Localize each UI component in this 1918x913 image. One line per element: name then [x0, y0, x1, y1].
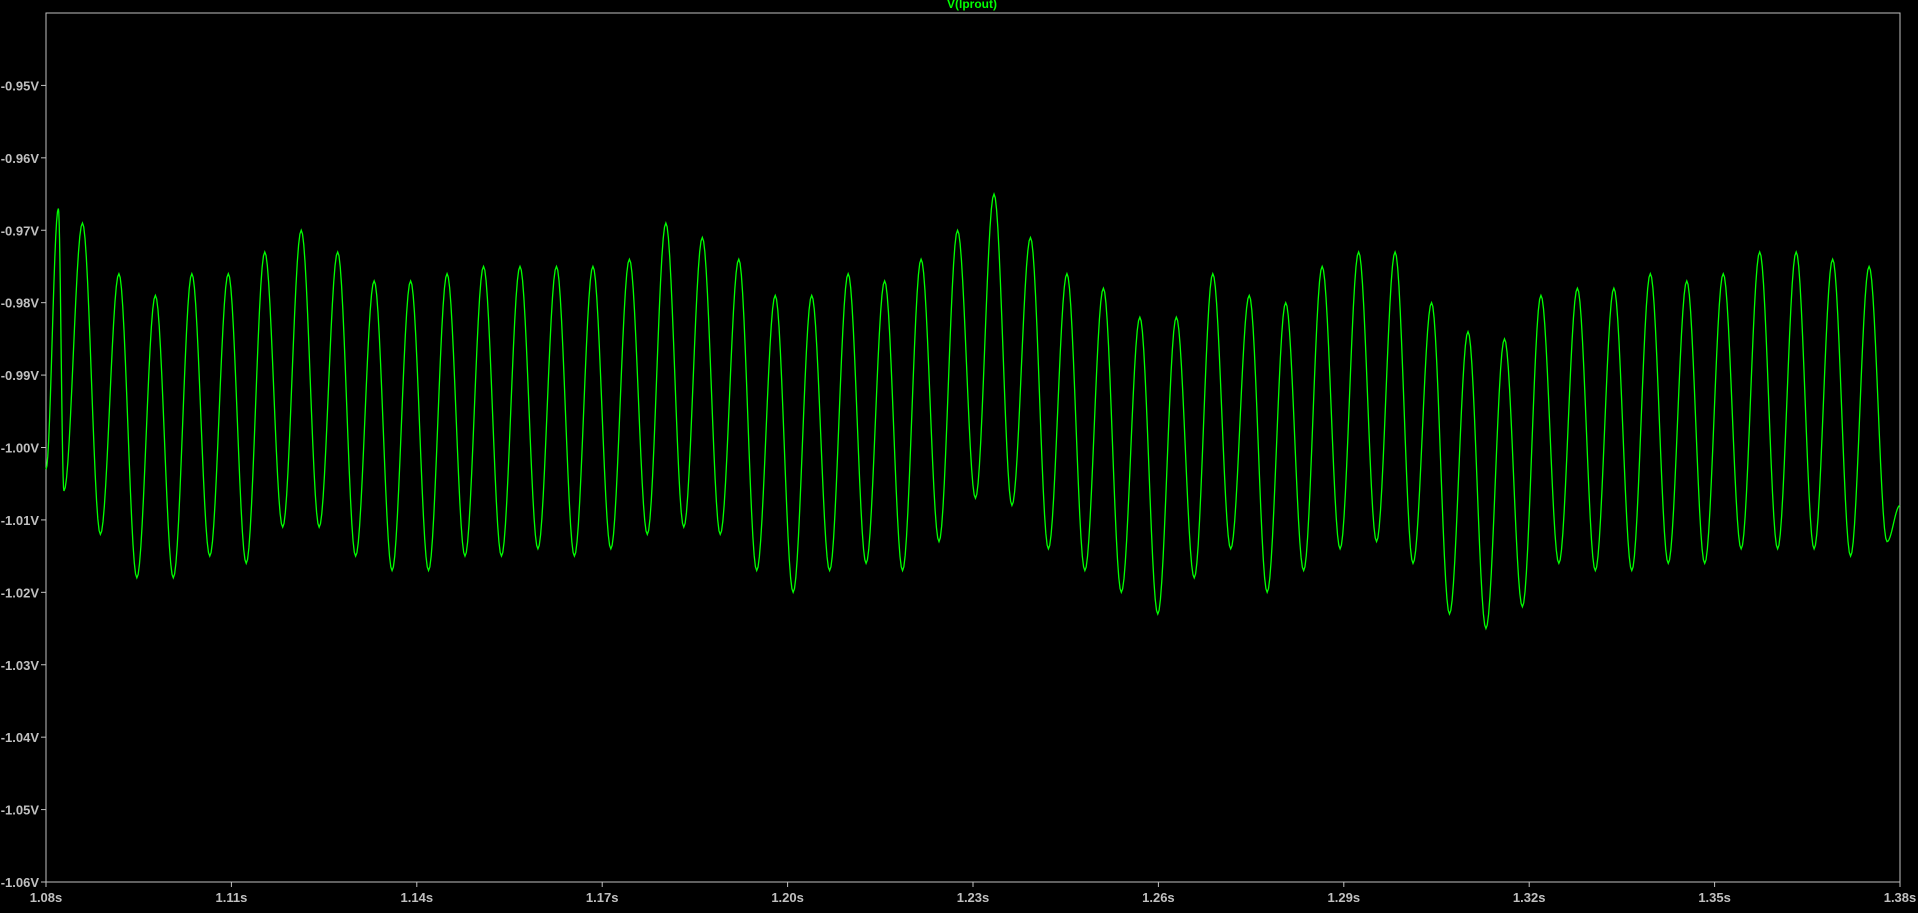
y-tick-label: -0.99V [1, 368, 40, 383]
y-tick-label: -1.04V [1, 730, 40, 745]
y-tick-label: -1.02V [1, 585, 40, 600]
x-tick-label: 1.08s [30, 890, 63, 905]
y-tick-label: -1.03V [1, 658, 40, 673]
y-tick-label: -0.98V [1, 296, 40, 311]
waveform-plot: 1.08s 1.11s 1.14s 1.17s 1.20s 1.23s 1.26s 1.29s… [0, 0, 1918, 908]
chart-canvas: 1.08s 1.11s 1.14s 1.17s 1.20s 1.23s 1.26s 1.29s… [0, 0, 1918, 908]
x-tick-label: 1.35s [1698, 890, 1731, 905]
x-tick-label: 1.32s [1513, 890, 1546, 905]
x-tick-label: 1.26s [1142, 890, 1175, 905]
y-tick-label: -0.97V [1, 223, 40, 238]
x-tick-label: 1.14s [401, 890, 434, 905]
y-tick-label: -1.05V [1, 803, 40, 818]
y-tick-label: -0.96V [1, 151, 40, 166]
trace-title: V(lprout) [947, 0, 997, 11]
x-tick-label: 1.20s [771, 890, 804, 905]
x-tick-label: 1.17s [586, 890, 619, 905]
y-tick-label: -0.95V [1, 78, 40, 93]
x-tick-label: 1.11s [215, 890, 247, 905]
y-tick-label: -1.06V [1, 875, 40, 890]
x-tick-label: 1.29s [1328, 890, 1361, 905]
y-tick-label: -1.00V [1, 441, 40, 456]
y-tick-label: -1.01V [1, 513, 40, 528]
x-tick-label: 1.38s [1884, 890, 1917, 905]
plot-background [0, 0, 1918, 908]
x-tick-label: 1.23s [957, 890, 990, 905]
